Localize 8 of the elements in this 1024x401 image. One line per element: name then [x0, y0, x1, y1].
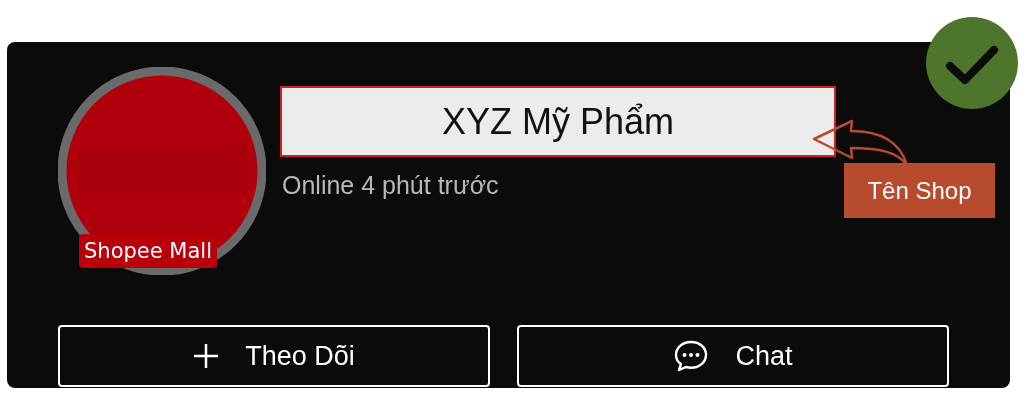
online-status: Online 4 phút trước	[281, 171, 500, 200]
shop-name: XYZ Mỹ Phẩm	[280, 86, 836, 157]
chat-button[interactable]: Chat	[517, 325, 949, 387]
annotation-label: Tên Shop	[844, 163, 995, 218]
mall-badge: Shopee Mall	[79, 234, 217, 268]
follow-button[interactable]: Theo Dõi	[58, 325, 490, 387]
chat-bubble-icon	[673, 339, 710, 373]
plus-icon	[193, 343, 220, 369]
